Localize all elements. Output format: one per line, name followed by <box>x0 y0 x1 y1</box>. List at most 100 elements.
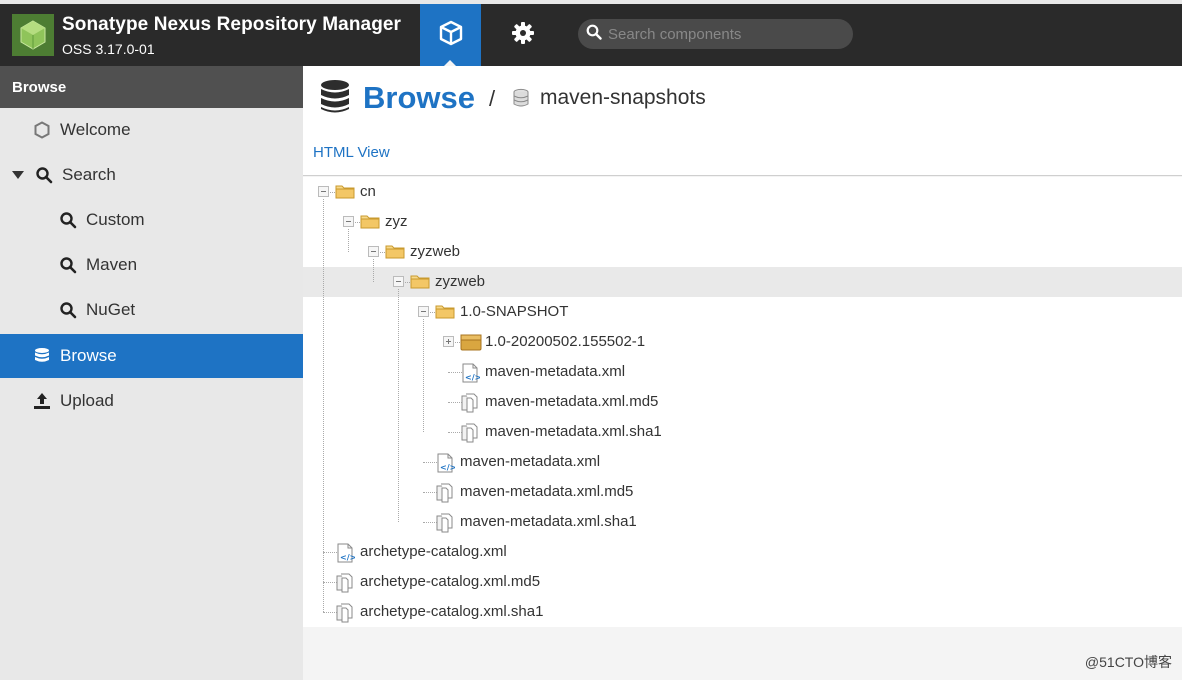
tree-node[interactable]: maven-metadata.xml.sha1 <box>303 507 1182 537</box>
sidebar: Browse Welcome Search Custom Maven NuGet <box>0 66 303 680</box>
tree-node-label: archetype-catalog.xml.sha1 <box>360 603 544 620</box>
svg-text:</>: </> <box>340 553 355 562</box>
tree-node-label: maven-metadata.xml.md5 <box>485 393 659 410</box>
tree-guide-line <box>423 319 424 432</box>
app-title: Sonatype Nexus Repository Manager <box>62 14 402 35</box>
collapse-node-button[interactable] <box>393 276 404 287</box>
folder-icon <box>385 243 405 264</box>
collapse-node-button[interactable] <box>318 186 329 197</box>
sidebar-item-label: Custom <box>86 210 145 229</box>
sidebar-item-label: Welcome <box>60 120 131 139</box>
tree-node-label: zyzweb <box>410 243 461 260</box>
tree-node[interactable]: </> archetype-catalog.xml <box>303 537 1182 567</box>
copy-file-icon <box>335 603 355 628</box>
tree-node-label: 1.0-20200502.155502-1 <box>485 333 646 350</box>
cube-icon <box>438 20 464 51</box>
expand-triangle-icon[interactable] <box>12 171 24 179</box>
folder-icon <box>410 273 430 294</box>
tree-node[interactable]: 1.0-SNAPSHOT <box>303 297 1182 327</box>
tree-node[interactable]: cn <box>303 177 1182 207</box>
tree-node-label: maven-metadata.xml.sha1 <box>460 513 637 530</box>
page-title: Browse <box>363 80 475 115</box>
svg-text:</>: </> <box>440 463 455 472</box>
tree-node[interactable]: </> maven-metadata.xml <box>303 357 1182 387</box>
hexagon-icon <box>32 120 52 140</box>
sidebar-item-custom[interactable]: Custom <box>0 198 303 242</box>
folder-icon <box>435 303 455 324</box>
tree-node[interactable]: 1.0-20200502.155502-1 <box>303 327 1182 357</box>
tree-node-label: maven-metadata.xml.sha1 <box>485 423 662 440</box>
tree-node-label: zyzweb <box>435 273 486 290</box>
package-icon <box>460 333 482 356</box>
tree-node[interactable]: zyzweb <box>303 237 1182 267</box>
tree-node-label: cn <box>360 183 376 200</box>
tree-node-label: archetype-catalog.xml <box>360 543 507 560</box>
app-version: OSS 3.17.0-01 <box>62 41 155 57</box>
folder-icon <box>335 183 355 204</box>
copy-file-icon <box>335 573 355 598</box>
tree-node[interactable]: maven-metadata.xml.sha1 <box>303 417 1182 447</box>
html-view-link[interactable]: HTML View <box>313 144 390 161</box>
tree-node[interactable]: zyzweb <box>303 267 1182 297</box>
repository-database-icon <box>512 88 530 113</box>
search-icon <box>58 300 78 320</box>
sidebar-item-maven[interactable]: Maven <box>0 243 303 287</box>
toolbar: HTML View <box>303 132 1182 176</box>
copy-file-icon <box>435 483 455 508</box>
breadcrumb-repository[interactable]: maven-snapshots <box>540 86 706 110</box>
tree-node[interactable]: maven-metadata.xml.md5 <box>303 477 1182 507</box>
sidebar-item-browse[interactable]: Browse <box>0 334 303 378</box>
collapse-node-button[interactable] <box>343 216 354 227</box>
collapse-node-button[interactable] <box>418 306 429 317</box>
admin-mode-button[interactable] <box>492 4 553 66</box>
expand-node-button[interactable] <box>443 336 454 347</box>
gear-icon <box>511 21 535 50</box>
tree-node-label: maven-metadata.xml.md5 <box>460 483 634 500</box>
nexus-logo-icon[interactable] <box>12 14 54 56</box>
search-icon <box>58 210 78 230</box>
database-icon <box>32 346 52 366</box>
repository-tree: cn zyz zyzweb zyzweb 1.0-SNAPSHOT 1.0-2020050… <box>303 177 1182 627</box>
sidebar-item-welcome[interactable]: Welcome <box>0 108 303 152</box>
browse-mode-button[interactable] <box>420 4 481 67</box>
copy-file-icon <box>460 423 480 448</box>
sidebar-item-label: Maven <box>86 255 138 274</box>
sidebar-item-search[interactable]: Search <box>0 153 303 197</box>
sidebar-item-upload[interactable]: Upload <box>0 379 303 423</box>
sidebar-header: Browse <box>0 66 303 108</box>
sidebar-item-label: Search <box>62 165 116 184</box>
breadcrumb-separator: / <box>489 86 496 111</box>
svg-text:</>: </> <box>465 373 480 382</box>
tree-node[interactable]: </> maven-metadata.xml <box>303 447 1182 477</box>
xml-file-icon: </> <box>335 543 356 568</box>
database-icon <box>319 79 351 120</box>
tree-node[interactable]: zyz <box>303 207 1182 237</box>
copy-file-icon <box>460 393 480 418</box>
component-search[interactable] <box>578 19 853 49</box>
tree-guide-line <box>323 199 324 612</box>
xml-file-icon: </> <box>435 453 456 478</box>
upload-icon <box>32 391 52 411</box>
tree-node[interactable]: archetype-catalog.xml.sha1 <box>303 597 1182 627</box>
tree-guide-line <box>398 289 399 522</box>
sidebar-item-label: NuGet <box>86 300 136 319</box>
sidebar-item-nuget[interactable]: NuGet <box>0 288 303 332</box>
search-input[interactable] <box>608 25 838 43</box>
tree-node[interactable]: archetype-catalog.xml.md5 <box>303 567 1182 597</box>
copy-file-icon <box>435 513 455 538</box>
app-header: Sonatype Nexus Repository Manager OSS 3.… <box>0 0 1182 67</box>
tree-guide-line <box>348 229 349 252</box>
sidebar-item-label: Upload <box>60 391 114 410</box>
title-bar: Browse / maven-snapshots <box>303 66 1182 132</box>
main-panel: Browse / maven-snapshots HTML View cn zyz… <box>303 66 1182 680</box>
tree-node-label: maven-metadata.xml <box>460 453 601 470</box>
search-icon <box>58 255 78 275</box>
tree-guide-line <box>373 259 374 282</box>
tree-node-label: archetype-catalog.xml.md5 <box>360 573 541 590</box>
search-icon <box>34 165 54 185</box>
xml-file-icon: </> <box>460 363 481 388</box>
tree-node-label: 1.0-SNAPSHOT <box>460 303 569 320</box>
search-icon <box>586 24 602 45</box>
collapse-node-button[interactable] <box>368 246 379 257</box>
tree-node[interactable]: maven-metadata.xml.md5 <box>303 387 1182 417</box>
